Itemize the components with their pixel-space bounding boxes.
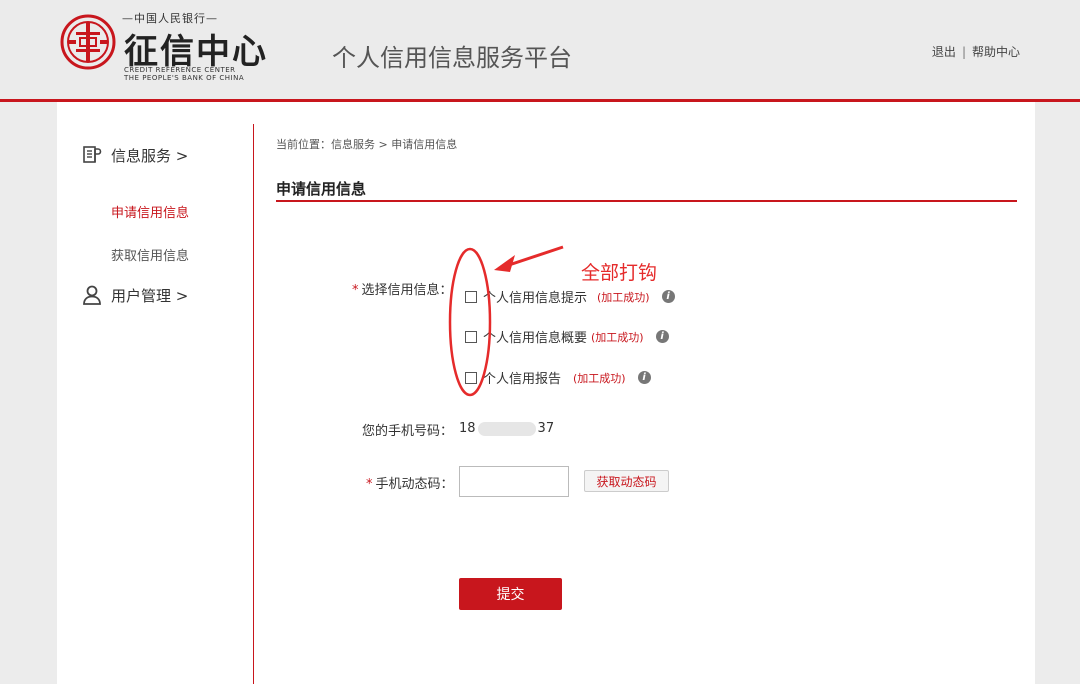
logout-link[interactable]: 退出: [932, 45, 956, 59]
info-icon[interactable]: i: [637, 371, 651, 384]
option-credit-hint[interactable]: 个人信用信息提示 (加工成功) i: [465, 287, 675, 306]
breadcrumb: 当前位置：信息服务 > 申请信用信息: [276, 138, 458, 151]
required-mark: *: [366, 477, 373, 492]
pboc-seal-icon: [60, 14, 116, 70]
phone-label: 您的手机号码：: [362, 424, 454, 439]
status-badge: (加工成功): [591, 330, 644, 344]
phone-prefix: 18: [459, 421, 476, 436]
option-credit-hint-label: 个人信用信息提示: [483, 291, 588, 306]
required-mark: *: [352, 283, 359, 298]
checkbox-credit-report[interactable]: [465, 371, 477, 384]
option-credit-report-label: 个人信用报告: [483, 372, 562, 387]
status-badge: (加工成功): [573, 371, 626, 385]
header: —中国人民银行— 征信中心 CREDIT REFERENCE CENTER TH…: [0, 0, 1080, 100]
header-links: 退出 | 帮助中心: [932, 43, 1020, 60]
dynamic-code-label: * 手机动态码：: [366, 473, 454, 492]
header-separator: |: [961, 45, 966, 59]
page-title: 申请信用信息: [276, 180, 367, 198]
phone-number: 18 37: [459, 421, 554, 436]
option-credit-summary[interactable]: 个人信用信息概要 (加工成功) i: [465, 327, 669, 346]
status-badge: (加工成功): [597, 290, 650, 304]
platform-title: 个人信用信息服务平台: [332, 44, 572, 72]
phone-mask: [477, 421, 536, 436]
submit-button[interactable]: 提交: [459, 578, 562, 610]
select-credit-label-text: 选择信用信息：: [361, 283, 453, 298]
info-icon[interactable]: i: [661, 290, 675, 303]
option-credit-report[interactable]: 个人信用报告 (加工成功) i: [465, 368, 651, 387]
info-icon[interactable]: i: [655, 330, 669, 343]
sidebar-item-apply-credit[interactable]: 申请信用信息: [111, 202, 189, 221]
sidebar-divider: [253, 124, 254, 684]
checkbox-credit-summary[interactable]: [465, 330, 477, 343]
get-code-button[interactable]: 获取动态码: [584, 470, 669, 492]
help-center-link[interactable]: 帮助中心: [972, 45, 1020, 59]
checkbox-credit-hint[interactable]: [465, 290, 477, 303]
dynamic-code-input[interactable]: [459, 466, 569, 497]
sidebar-item-user-manage[interactable]: 用户管理 >: [81, 284, 188, 306]
sidebar-info-service-label: 信息服务 >: [111, 146, 189, 165]
sidebar-item-get-credit[interactable]: 获取信用信息: [111, 245, 189, 264]
logo-en-line2: THE PEOPLE'S BANK OF CHINA: [124, 74, 245, 82]
sidebar-user-manage-label: 用户管理 >: [111, 286, 189, 305]
option-credit-summary-label: 个人信用信息概要: [483, 331, 588, 346]
select-credit-label: * 选择信用信息：: [352, 279, 453, 298]
annotation-text: 全部打钩: [581, 262, 658, 284]
user-icon: [83, 285, 101, 305]
phone-suffix: 37: [537, 421, 555, 436]
logo-english-text: CREDIT REFERENCE CENTER THE PEOPLE'S BAN…: [124, 66, 244, 82]
document-icon: [83, 146, 102, 163]
title-underline: [276, 200, 1017, 202]
sidebar-item-info-service[interactable]: 信息服务 >: [81, 144, 188, 166]
dynamic-code-label-text: 手机动态码：: [375, 477, 454, 492]
logo-en-line1: CREDIT REFERENCE CENTER: [124, 66, 236, 74]
